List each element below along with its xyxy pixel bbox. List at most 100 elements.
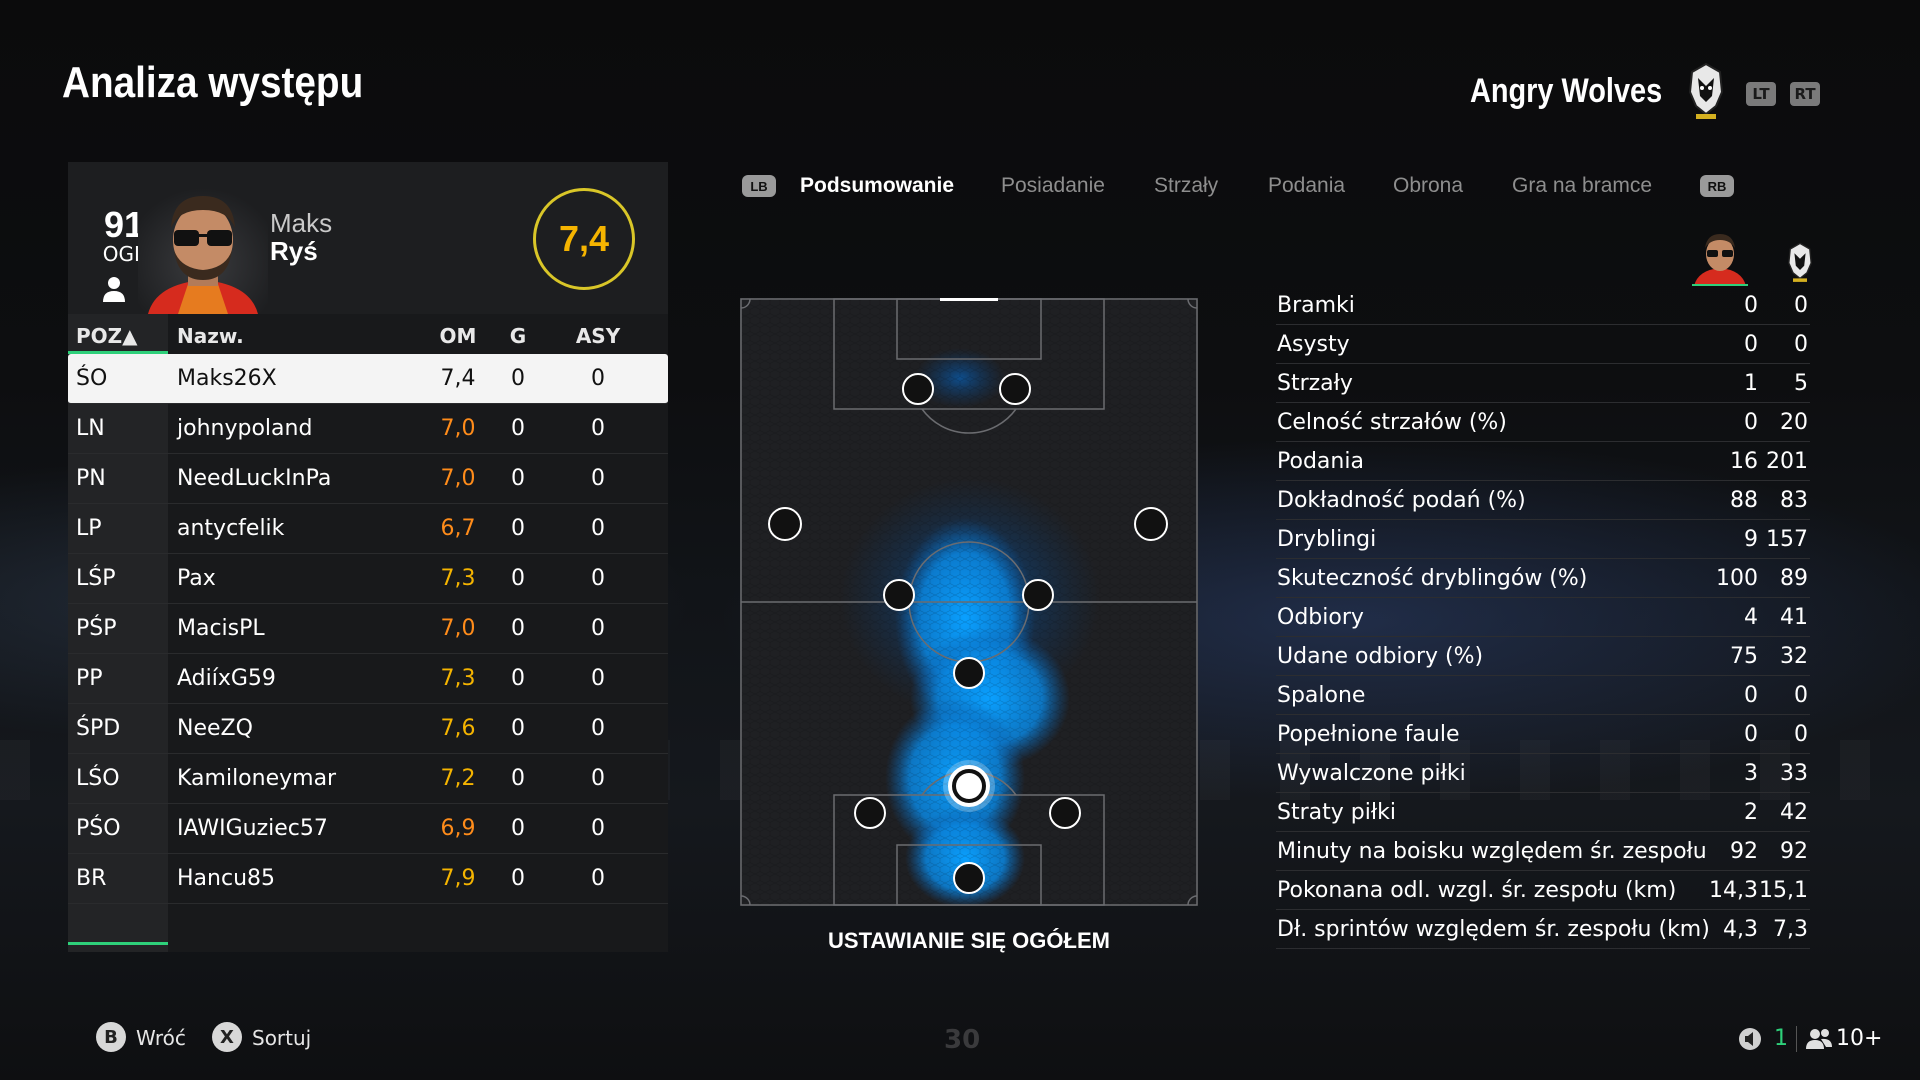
stat-label: Asysty [1277, 332, 1350, 357]
stat-team-value: 42 [1780, 800, 1808, 825]
lb-bumper-button[interactable]: LB [742, 175, 776, 197]
table-row[interactable]: PŚO IAWIGuziec57 6,9 0 0 [68, 804, 668, 854]
table-row[interactable]: PP AdiíxG59 7,3 0 0 [68, 654, 668, 704]
sort-indicator-bottom [68, 942, 168, 945]
stat-row: Dokładność podań (%) 88 83 [1276, 481, 1810, 520]
footer-divider [1796, 1026, 1797, 1052]
stat-team-value: 5 [1794, 371, 1808, 396]
stat-label: Popełnione faule [1277, 722, 1460, 747]
stat-label: Dł. sprintów względem śr. zespołu (km) [1277, 917, 1710, 942]
position-marker [1022, 579, 1054, 611]
player-mini-avatar [1692, 234, 1748, 286]
stat-team-value: 201 [1766, 449, 1808, 474]
position-marker [953, 862, 985, 894]
stat-row: Celność strzałów (%) 0 20 [1276, 403, 1810, 442]
row-position: BR [76, 866, 107, 891]
row-rating: 7,4 [440, 366, 476, 391]
page-title: Analiza występu [62, 58, 364, 107]
row-name: Maks26X [177, 366, 277, 391]
tab-possession[interactable]: Posiadanie [1001, 174, 1105, 198]
stat-player-value: 16 [1730, 449, 1758, 474]
row-position: LN [76, 416, 105, 441]
sort-label[interactable]: Sortuj [252, 1026, 311, 1050]
row-name: IAWIGuziec57 [177, 816, 328, 841]
stat-label: Pokonana odl. wzgl. śr. zespołu (km) [1277, 878, 1677, 903]
row-goals: 0 [511, 516, 525, 541]
row-goals: 0 [511, 716, 525, 741]
row-position: PN [76, 466, 106, 491]
table-row[interactable]: ŚPD NeeZQ 7,6 0 0 [68, 704, 668, 754]
row-assists: 0 [591, 466, 605, 491]
lt-trigger-button[interactable]: LT [1746, 82, 1776, 106]
table-row[interactable]: PN NeedLuckInPa 7,0 0 0 [68, 454, 668, 504]
comparison-header [1690, 230, 1820, 286]
stat-player-value: 1 [1744, 371, 1758, 396]
row-assists: 0 [591, 366, 605, 391]
row-goals: 0 [511, 616, 525, 641]
row-name: Kamiloneymar [177, 766, 337, 791]
tab-goalkeeping[interactable]: Gra na bramce [1512, 174, 1652, 198]
stat-team-value: 157 [1766, 527, 1808, 552]
tab-summary[interactable]: Podsumowanie [800, 174, 954, 198]
stat-team-value: 92 [1780, 839, 1808, 864]
player-table: ŚO Maks26X 7,4 0 0 LN johnypoland 7,0 0 … [68, 354, 668, 904]
row-position: LŚO [76, 766, 120, 791]
table-row[interactable]: PŚP MacisPL 7,0 0 0 [68, 604, 668, 654]
stat-row: Podania 16 201 [1276, 442, 1810, 481]
rt-trigger-button[interactable]: RT [1790, 82, 1820, 106]
row-rating: 7,2 [440, 766, 476, 791]
row-rating: 7,0 [440, 416, 476, 441]
stat-row: Pokonana odl. wzgl. śr. zespołu (km) 14,3… [1276, 871, 1810, 910]
stat-row: Asysty 0 0 [1276, 325, 1810, 364]
stat-row: Spalone 0 0 [1276, 676, 1810, 715]
stat-row: Odbiory 4 41 [1276, 598, 1810, 637]
stat-label: Minuty na boisku względem śr. zespołu [1277, 839, 1707, 864]
b-button-icon[interactable]: B [96, 1022, 126, 1052]
goal-marker [940, 298, 998, 301]
row-name: NeeZQ [177, 716, 253, 741]
row-name: antycfelik [177, 516, 285, 541]
stat-label: Spalone [1277, 683, 1366, 708]
tab-defense[interactable]: Obrona [1393, 174, 1463, 198]
stat-player-value: 2 [1744, 800, 1758, 825]
header-pos[interactable]: POZ▲ [76, 324, 138, 348]
tab-passes[interactable]: Podania [1268, 174, 1345, 198]
back-label[interactable]: Wróć [136, 1026, 186, 1050]
player-last-name: Ryś [270, 236, 318, 266]
position-marker [1134, 507, 1168, 541]
header-om[interactable]: OM [428, 324, 488, 348]
header-asy[interactable]: ASY [568, 324, 628, 348]
stat-label: Dokładność podań (%) [1277, 488, 1526, 513]
table-row[interactable]: LŚP Pax 7,3 0 0 [68, 554, 668, 604]
stat-label: Bramki [1277, 293, 1355, 318]
table-row[interactable]: LN johnypoland 7,0 0 0 [68, 404, 668, 454]
stat-team-value: 7,3 [1773, 917, 1808, 942]
row-rating: 7,3 [440, 666, 476, 691]
row-name: Hancu85 [177, 866, 276, 891]
row-position: ŚPD [76, 716, 121, 741]
row-position: PŚO [76, 816, 121, 841]
header-g[interactable]: G [498, 324, 538, 348]
tab-shots[interactable]: Strzały [1154, 174, 1218, 198]
stat-player-value: 4,3 [1723, 917, 1758, 942]
row-goals: 0 [511, 466, 525, 491]
player-first-name: Maks [270, 208, 333, 238]
row-rating: 7,3 [440, 566, 476, 591]
rb-bumper-button[interactable]: RB [1700, 175, 1734, 197]
table-row[interactable]: LŚO Kamiloneymar 7,2 0 0 [68, 754, 668, 804]
table-row[interactable]: LP antycfelik 6,7 0 0 [68, 504, 668, 554]
stat-row: Straty piłki 2 42 [1276, 793, 1810, 832]
stat-player-value: 3 [1744, 761, 1758, 786]
positioning-heatmap [740, 298, 1198, 906]
row-goals: 0 [511, 816, 525, 841]
row-goals: 0 [511, 766, 525, 791]
row-assists: 0 [591, 666, 605, 691]
row-assists: 0 [591, 816, 605, 841]
stat-player-value: 0 [1744, 332, 1758, 357]
match-rating: 7,4 [533, 188, 635, 290]
party-count: 10+ [1836, 1026, 1883, 1051]
header-name[interactable]: Nazw. [177, 324, 244, 348]
x-button-icon[interactable]: X [212, 1022, 242, 1052]
table-row[interactable]: BR Hancu85 7,9 0 0 [68, 854, 668, 904]
table-row[interactable]: ŚO Maks26X 7,4 0 0 [68, 354, 668, 404]
